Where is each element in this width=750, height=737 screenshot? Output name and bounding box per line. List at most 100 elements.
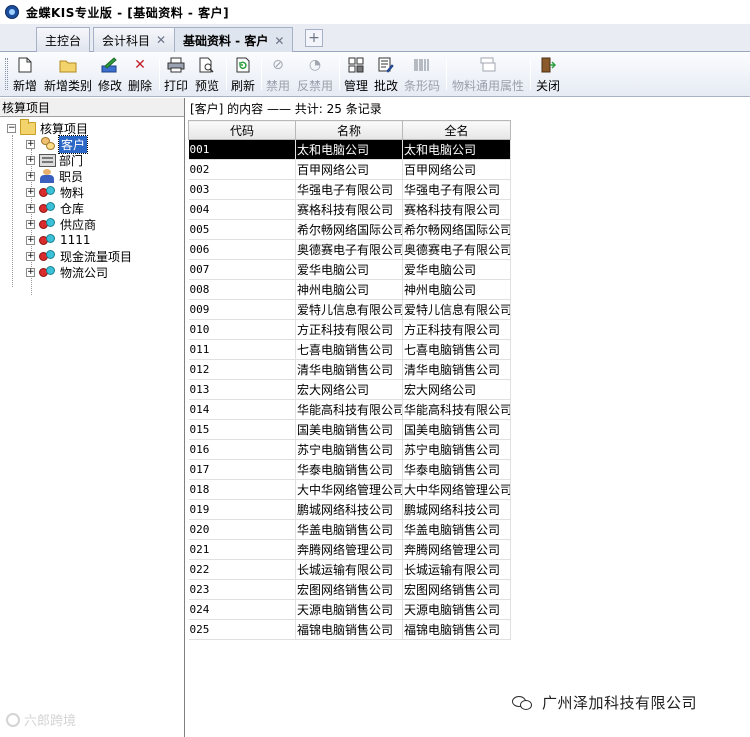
table-row[interactable]: 008 神州电脑公司 神州电脑公司: [188, 279, 511, 300]
tree-item-1111[interactable]: + 1111: [26, 232, 91, 248]
enable-icon: ◔: [308, 57, 322, 73]
tree-item-warehouse[interactable]: + 仓库: [26, 200, 84, 216]
expand-icon[interactable]: +: [26, 251, 35, 261]
material-attr-button[interactable]: 物料通用属性: [452, 55, 524, 95]
cell-name: 鹏城网络科技公司: [295, 499, 403, 520]
cell-fullname: 华泰电脑销售公司: [402, 459, 511, 480]
table-row[interactable]: 015 国美电脑销售公司 国美电脑销售公司: [188, 419, 511, 440]
table-row[interactable]: 005 希尔畅网络国际公司 希尔畅网络国际公司: [188, 219, 511, 240]
cell-fullname: 太和电脑公司: [402, 139, 511, 160]
expand-icon[interactable]: +: [26, 139, 35, 149]
table-row[interactable]: 022 长城运输有限公司 长城运输有限公司: [188, 559, 511, 580]
table-row[interactable]: 011 七喜电脑销售公司 七喜电脑销售公司: [188, 339, 511, 360]
edit-button[interactable]: 修改: [98, 55, 122, 95]
refresh-button[interactable]: 刷新: [231, 55, 255, 95]
expand-icon[interactable]: +: [26, 187, 35, 197]
app-window: 金蝶KIS专业版 - [基础资料 - 客户] 主控台 会计科目 ✕ 基础资料 -…: [0, 0, 750, 737]
table-row[interactable]: 019 鹏城网络科技公司 鹏城网络科技公司: [188, 499, 511, 520]
column-header-code[interactable]: 代码: [188, 120, 296, 140]
cell-name: 宏图网络销售公司: [295, 579, 403, 600]
table-row[interactable]: 002 百甲网络公司 百甲网络公司: [188, 159, 511, 180]
table-row[interactable]: 003 华强电子有限公司 华强电子有限公司: [188, 179, 511, 200]
folder-icon: [20, 118, 36, 135]
tree-guide-line: [12, 135, 13, 287]
tree-item-supplier[interactable]: + 供应商: [26, 216, 96, 232]
table-row[interactable]: 016 苏宁电脑销售公司 苏宁电脑销售公司: [188, 439, 511, 460]
close-icon[interactable]: ✕: [156, 33, 166, 47]
expand-icon[interactable]: +: [26, 219, 35, 229]
toolbar-grip[interactable]: [5, 58, 8, 90]
table-row[interactable]: 010 方正科技有限公司 方正科技有限公司: [188, 319, 511, 340]
table-row[interactable]: 023 宏图网络销售公司 宏图网络销售公司: [188, 579, 511, 600]
table-row[interactable]: 009 爱特儿信息有限公司 爱特儿信息有限公司: [188, 299, 511, 320]
print-icon: [167, 56, 185, 74]
table-row[interactable]: 021 奔腾网络管理公司 奔腾网络管理公司: [188, 539, 511, 560]
enable-button[interactable]: ◔ 反禁用: [297, 55, 333, 95]
cell-code: 003: [188, 179, 296, 200]
item-class-icon: [39, 233, 57, 247]
new-category-label: 新增类别: [44, 79, 93, 93]
tree-item-customer[interactable]: + 客户: [26, 134, 89, 154]
table-row[interactable]: 025 福锦电脑销售公司 福锦电脑销售公司: [188, 619, 511, 640]
cell-name: 长城运输有限公司: [295, 559, 403, 580]
table-header-row: 代码 名称 全名: [188, 120, 511, 140]
tab-accounts[interactable]: 会计科目 ✕: [93, 27, 176, 52]
close-button[interactable]: 关闭: [536, 55, 560, 95]
table-row[interactable]: 006 奥德赛电子有限公司 奥德赛电子有限公司: [188, 239, 511, 260]
table-row[interactable]: 013 宏大网络公司 宏大网络公司: [188, 379, 511, 400]
column-header-name[interactable]: 名称: [295, 120, 403, 140]
tree-item-department[interactable]: + 部门: [26, 152, 83, 168]
delete-button[interactable]: ✕ 删除: [128, 55, 152, 95]
disable-button[interactable]: ⊘ 禁用: [266, 55, 290, 95]
cell-code: 022: [188, 559, 296, 580]
material-attr-label: 物料通用属性: [452, 79, 525, 93]
watermark-logo-icon: [6, 712, 20, 727]
table-row[interactable]: 020 华盖电脑销售公司 华盖电脑销售公司: [188, 519, 511, 540]
table-row[interactable]: 001 太和电脑公司 太和电脑公司: [188, 139, 511, 160]
window-title: 金蝶KIS专业版 - [基础资料 - 客户]: [26, 5, 230, 20]
column-header-fullname[interactable]: 全名: [402, 120, 511, 140]
batch-edit-button[interactable]: 批改: [374, 55, 398, 95]
tree-item-employee[interactable]: + 职员: [26, 168, 83, 184]
tab-main-console[interactable]: 主控台: [36, 27, 91, 52]
tab-basic-data-customer[interactable]: 基础资料 - 客户 ✕: [174, 27, 294, 53]
tree-root[interactable]: − 核算项目: [7, 118, 88, 136]
table-row[interactable]: 014 华能高科技有限公司 华能高科技有限公司: [188, 399, 511, 420]
close-icon[interactable]: ✕: [274, 34, 284, 48]
collapse-icon[interactable]: −: [7, 123, 16, 133]
cell-name: 华泰电脑销售公司: [295, 459, 403, 480]
table-row[interactable]: 017 华泰电脑销售公司 华泰电脑销售公司: [188, 459, 511, 480]
table-row[interactable]: 004 赛格科技有限公司 赛格科技有限公司: [188, 199, 511, 220]
cell-code: 014: [188, 399, 296, 420]
expand-icon[interactable]: +: [26, 155, 35, 165]
print-label: 打印: [164, 79, 189, 93]
new-button[interactable]: 新增: [13, 55, 37, 95]
tree-item-material[interactable]: + 物料: [26, 184, 84, 200]
tree-pane: 核算项目 − 核算项目 + 客户 + 部门 + 职员 + 物料 + 仓库 + 供…: [0, 98, 185, 737]
cell-fullname: 宏图网络销售公司: [402, 579, 511, 600]
tree-item-logistics[interactable]: + 物流公司: [26, 264, 108, 280]
cell-code: 015: [188, 419, 296, 440]
tree-item-cashflow[interactable]: + 现金流量项目: [26, 248, 132, 264]
barcode-button[interactable]: 条形码: [404, 55, 440, 95]
kis-logo-icon: [5, 5, 19, 19]
print-button[interactable]: 打印: [164, 55, 188, 95]
expand-icon[interactable]: +: [26, 171, 35, 181]
expand-icon[interactable]: +: [26, 203, 35, 213]
expand-icon[interactable]: +: [26, 267, 35, 277]
cell-code: 023: [188, 579, 296, 600]
toolbar-separator: [446, 58, 447, 90]
add-tab-icon[interactable]: +: [305, 29, 323, 47]
cell-fullname: 爱华电脑公司: [402, 259, 511, 280]
table-row[interactable]: 018 大中华网络管理公司 大中华网络管理公司: [188, 479, 511, 500]
new-category-button[interactable]: 新增类别: [44, 55, 92, 95]
cell-name: 天源电脑销售公司: [295, 599, 403, 620]
cell-fullname: 希尔畅网络国际公司: [402, 219, 511, 240]
manage-button[interactable]: 管理: [344, 55, 368, 95]
table-row[interactable]: 012 清华电脑销售公司 清华电脑销售公司: [188, 359, 511, 380]
table-row[interactable]: 007 爱华电脑公司 爱华电脑公司: [188, 259, 511, 280]
watermark-left-text: 六郎跨境: [24, 714, 77, 729]
table-row[interactable]: 024 天源电脑销售公司 天源电脑销售公司: [188, 599, 511, 620]
expand-icon[interactable]: +: [26, 235, 35, 245]
preview-button[interactable]: 预览: [195, 55, 219, 95]
